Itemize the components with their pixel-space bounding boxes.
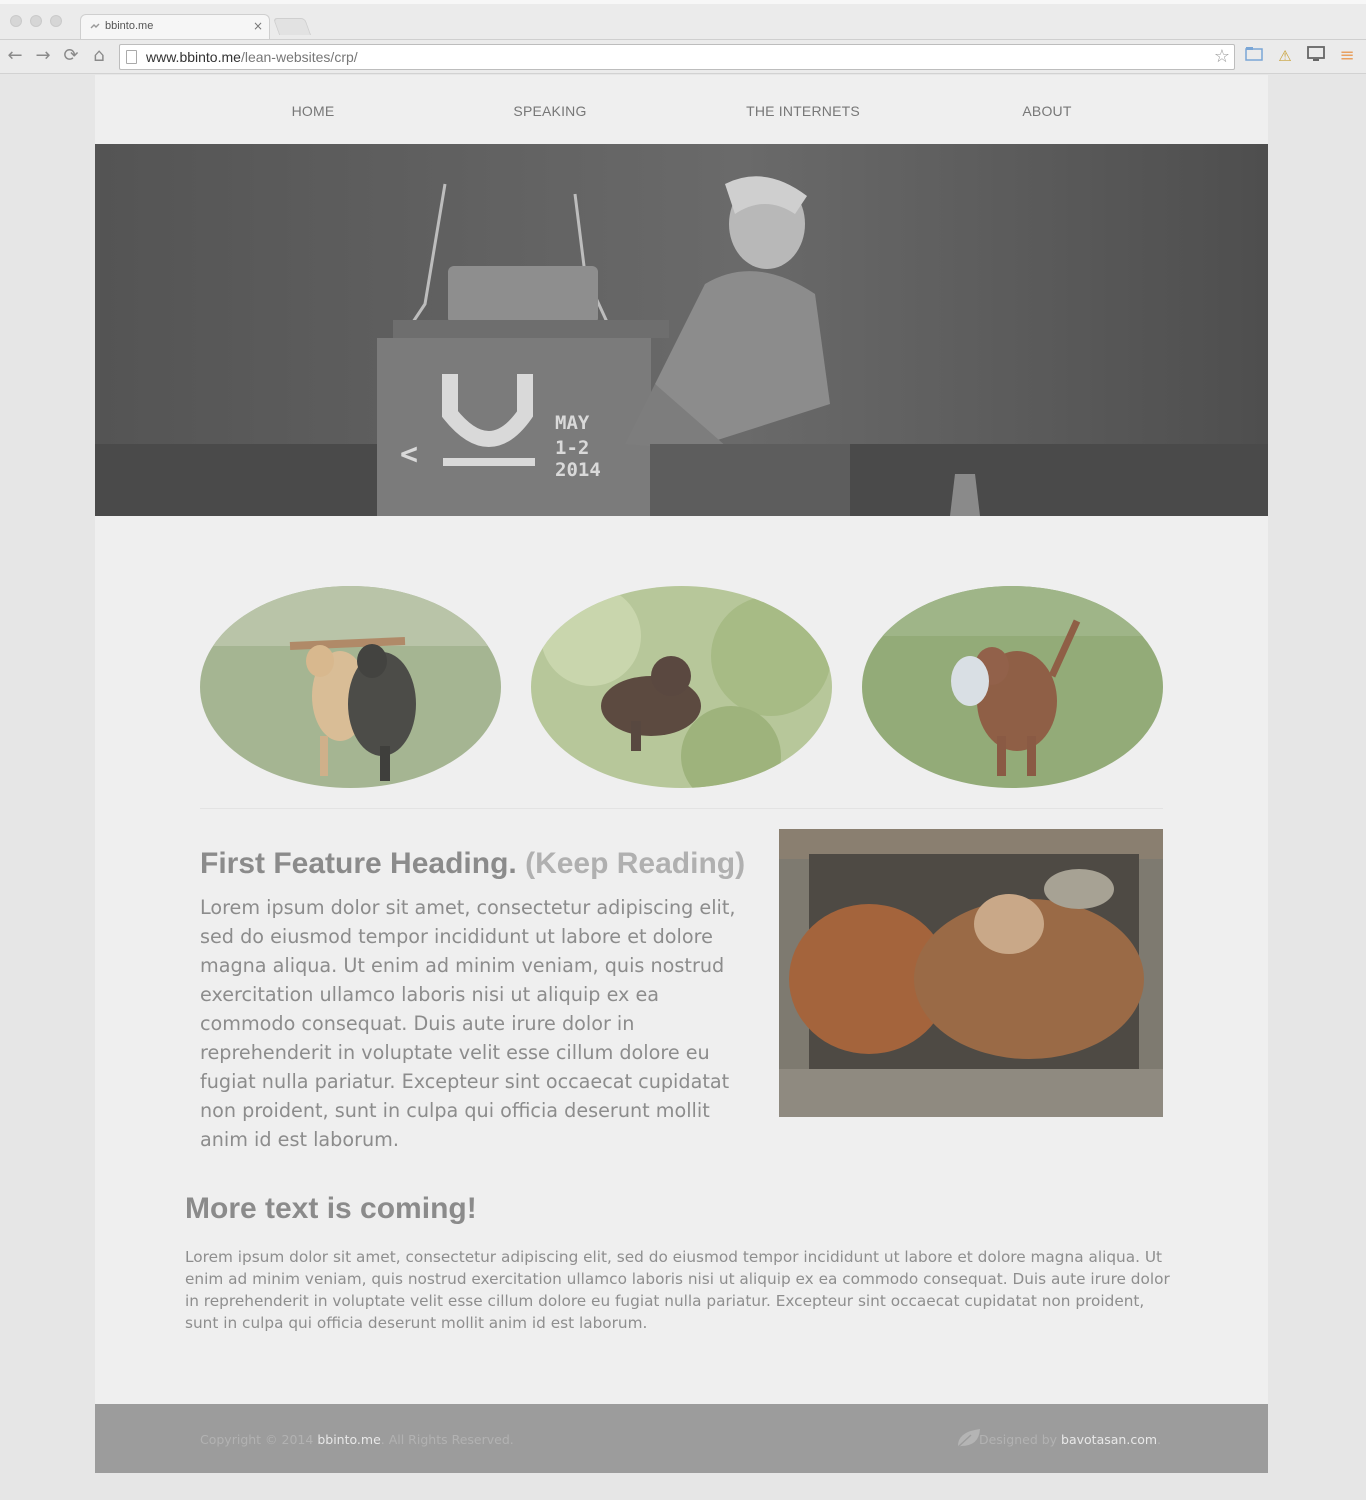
feature-body: Lorem ipsum dolor sit amet, consectetur … (200, 896, 736, 1151)
nav-the-internets[interactable]: THE INTERNETS (746, 103, 860, 119)
designer-link[interactable]: bavotasan.com (1061, 1432, 1157, 1447)
content-divider (200, 808, 1163, 809)
dog-frisbee-image (862, 586, 1163, 788)
keep-reading-link[interactable]: (Keep Reading) (525, 847, 745, 880)
home-icon[interactable]: ⌂ (88, 45, 110, 67)
copyright-prefix: Copyright © 2014 (200, 1432, 314, 1447)
web-page: HOME SPEAKING THE INTERNETS ABOUT < MAY … (95, 75, 1268, 1473)
menu-icon[interactable]: ≡ (1337, 46, 1357, 66)
address-bar[interactable]: www.bbinto.me/lean-websites/crp/ ☆ (119, 44, 1235, 70)
zoom-window-button[interactable] (50, 15, 62, 27)
designed-suffix: . (1157, 1432, 1161, 1447)
url-path: /lean-websites/crp/ (240, 49, 358, 65)
minimize-window-button[interactable] (30, 15, 42, 27)
url-host: www.bbinto.me (146, 49, 241, 65)
podium-date-month: MAY (555, 412, 590, 434)
site-nav: HOME SPEAKING THE INTERNETS ABOUT (95, 75, 1268, 144)
back-icon[interactable]: ← (4, 45, 26, 67)
site-link[interactable]: bbinto.me (317, 1432, 380, 1447)
reload-icon[interactable]: ⟳ (60, 45, 82, 67)
cast-extension-icon[interactable] (1306, 46, 1326, 66)
new-tab-button[interactable] (272, 18, 312, 35)
nav-home[interactable]: HOME (292, 103, 335, 119)
browser-chrome: bbinto.me × ← → ⟳ ⌂ www.bbinto.me/lean-w… (0, 0, 1366, 74)
tab-title: bbinto.me (105, 20, 154, 32)
warning-extension-icon[interactable]: ⚠ (1275, 46, 1295, 66)
feature-heading-text: First Feature Heading. (200, 847, 517, 880)
warning-icon: ⚠ (1278, 47, 1292, 65)
site-footer: Copyright © 2014 bbinto.me. All Rights R… (95, 1404, 1268, 1473)
copyright: Copyright © 2014 bbinto.me. All Rights R… (200, 1432, 514, 1447)
podium-date-days: 1-2 (555, 437, 589, 459)
favicon-icon (90, 22, 100, 32)
hero-image: < MAY 1-2 2014 (95, 144, 1268, 516)
dog-and-cat-image (779, 829, 1163, 1117)
podium-date-year: 2014 (555, 459, 601, 481)
close-tab-icon[interactable]: × (253, 19, 263, 33)
puppy-grass-image (531, 586, 832, 788)
window-edge (0, 0, 1366, 4)
feature-heading: First Feature Heading. (Keep Reading) (200, 847, 745, 881)
folder-extension-icon[interactable] (1244, 46, 1264, 66)
forward-icon[interactable]: → (32, 45, 54, 67)
nav-speaking[interactable]: SPEAKING (513, 103, 586, 119)
page-icon (126, 50, 137, 64)
more-body: Lorem ipsum dolor sit amet, consectetur … (185, 1248, 1170, 1332)
copyright-suffix: . All Rights Reserved. (380, 1432, 514, 1447)
bookmark-star-icon[interactable]: ☆ (1214, 46, 1230, 68)
podium-arrow: < (400, 437, 418, 472)
dogs-playing-image (200, 586, 501, 788)
designed-prefix: Designed by (978, 1432, 1058, 1447)
nav-about[interactable]: ABOUT (1022, 103, 1071, 119)
toolbar-divider (0, 39, 1366, 40)
browser-tab[interactable]: bbinto.me × (80, 14, 270, 40)
close-window-button[interactable] (10, 15, 22, 27)
designed-by: Designed by bavotasan.com. (979, 1432, 1161, 1447)
address-url[interactable]: www.bbinto.me/lean-websites/crp/ (146, 49, 358, 65)
more-heading: More text is coming! (185, 1192, 477, 1225)
